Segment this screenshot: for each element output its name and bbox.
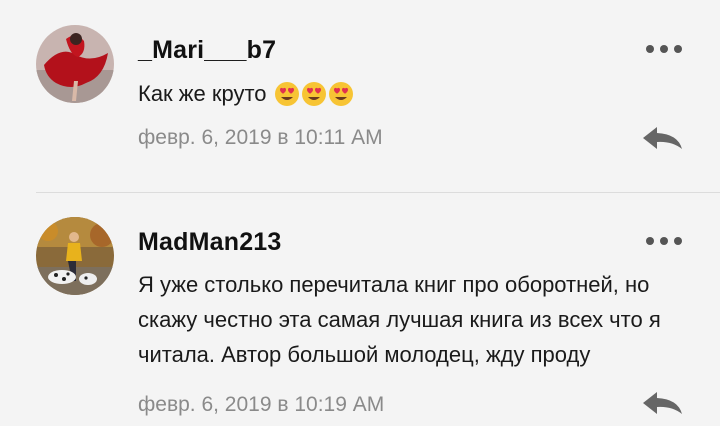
- more-dots-icon[interactable]: [646, 235, 682, 247]
- heart-eyes-emoji: [274, 81, 299, 106]
- avatar[interactable]: [36, 25, 114, 103]
- avatar[interactable]: [36, 217, 114, 295]
- comment-text: Я уже столько перечитала книг про оборот…: [138, 272, 661, 367]
- timestamp: февр. 6, 2019 в 10:19 AM: [138, 393, 385, 416]
- reply-arrow-icon[interactable]: [640, 125, 684, 151]
- username[interactable]: MadMan213: [138, 228, 282, 257]
- comment-item: MadMan213 Я уже столько перечитала книг …: [0, 193, 720, 426]
- comment-text: Как же круто: [138, 76, 686, 111]
- heart-eyes-emoji: [328, 81, 353, 106]
- more-dots-icon[interactable]: [646, 43, 682, 55]
- heart-eyes-emoji: [301, 81, 326, 106]
- username[interactable]: _Mari___b7: [138, 36, 276, 65]
- reply-arrow-icon[interactable]: [640, 390, 684, 416]
- timestamp: февр. 6, 2019 в 10:11 AM: [138, 126, 383, 149]
- comment-item: _Mari___b7 Как же круто февр. 6, 2019 в …: [0, 0, 720, 192]
